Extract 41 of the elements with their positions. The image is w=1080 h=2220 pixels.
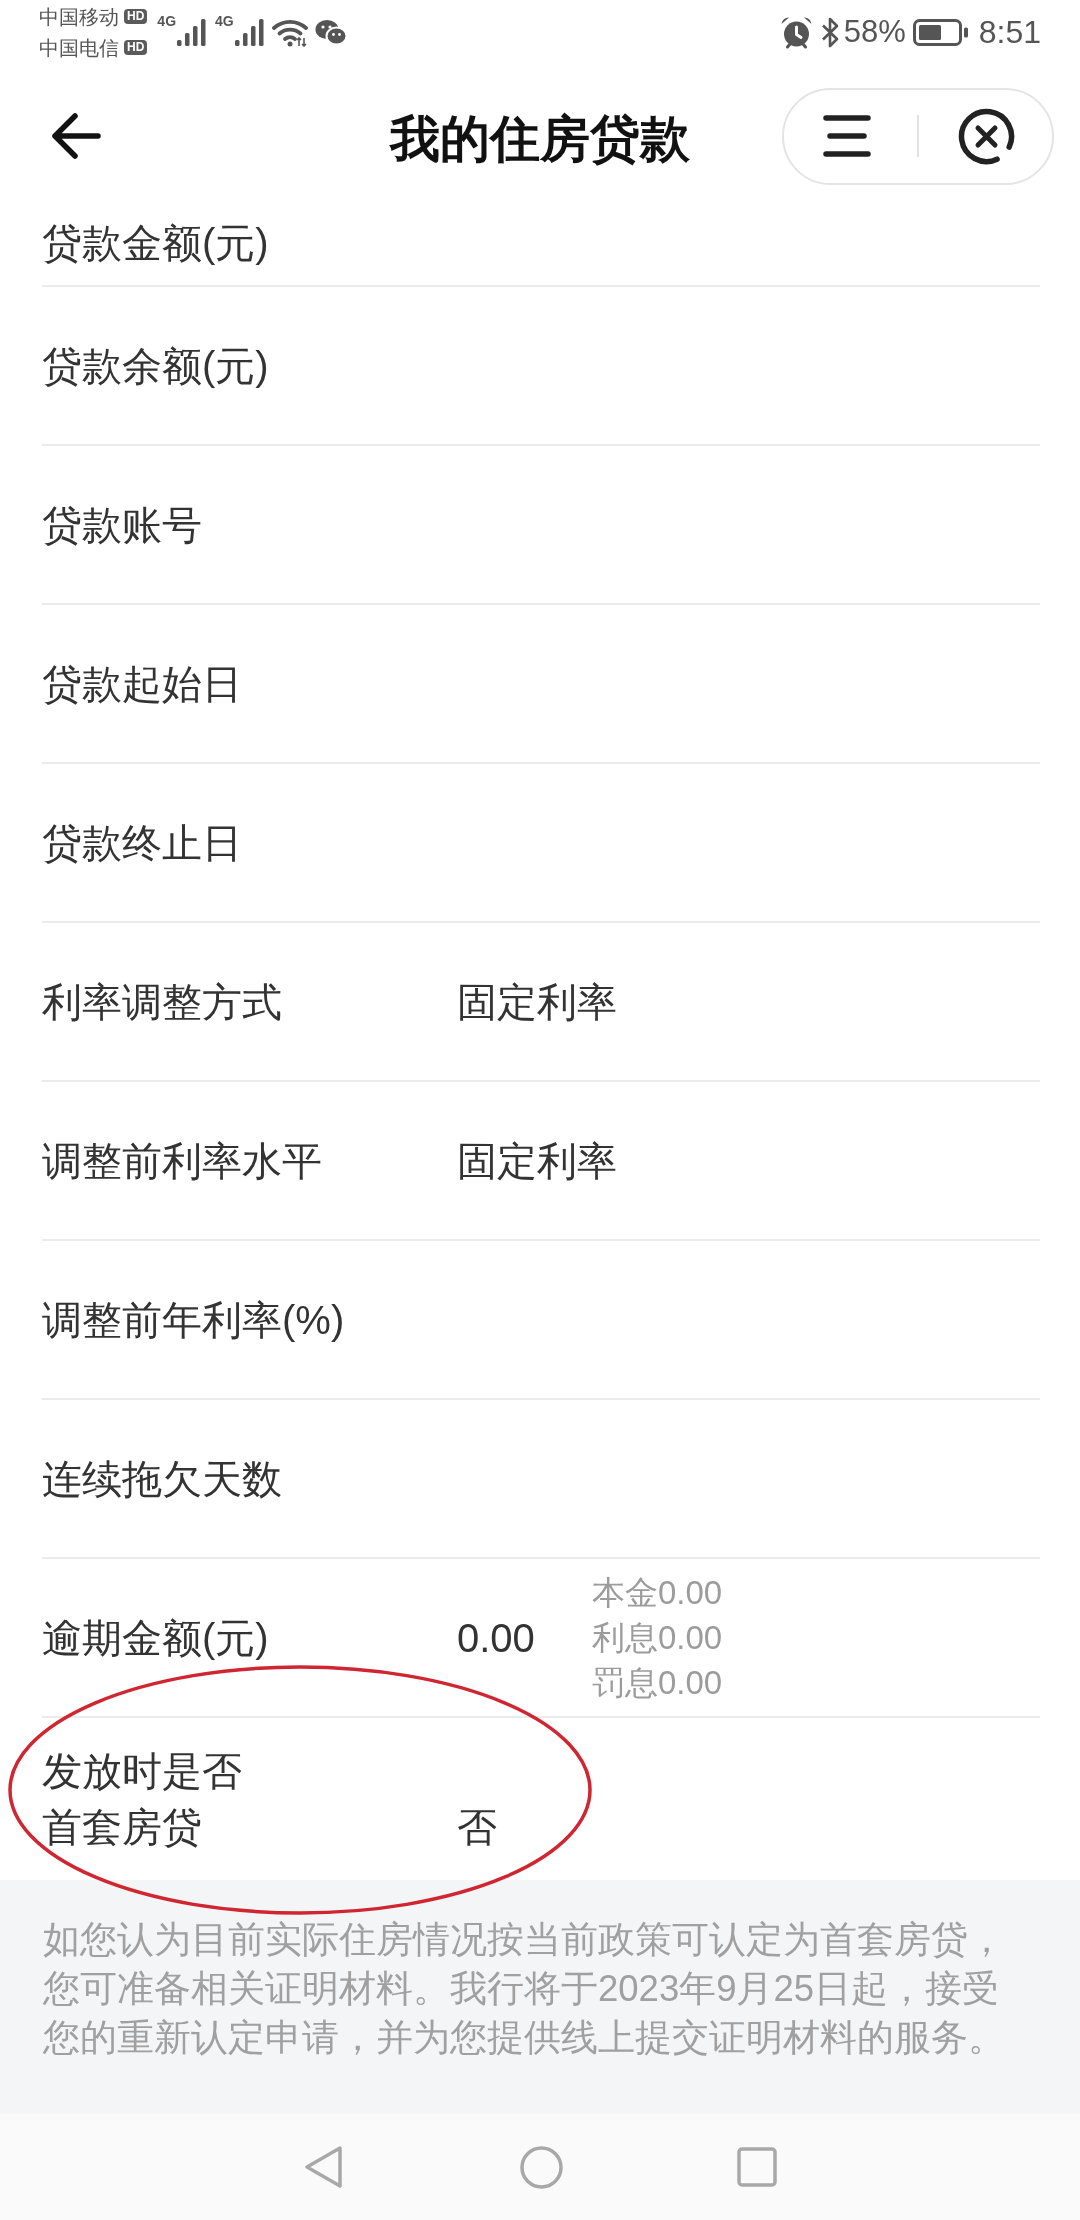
field-label: 连续拖欠天数 (42, 1455, 283, 1503)
field-label: 贷款起始日 (42, 660, 243, 708)
field-label: 贷款金额(元) (42, 219, 270, 267)
chat-bubbles-icon (314, 19, 347, 46)
battery-icon (912, 18, 969, 46)
field-value: 0.00 (457, 1614, 536, 1662)
signal-icon (234, 19, 264, 46)
hd-badge: HD (124, 40, 148, 55)
signal-icon (177, 19, 207, 46)
back-button[interactable] (50, 112, 101, 160)
breakdown-item: 本金0.00 (592, 1573, 723, 1613)
hd-badge: HD (124, 9, 148, 24)
notice-text: 如您认为目前实际住房情况按当前政策可认定为首套房贷，您可准备相关证明材料。我行将于2023年9月25日起，接受您的重新认定申请，并为您提供线上提交证明材料的服务。 (43, 1918, 1006, 2060)
field-value: 否 (457, 1804, 497, 1851)
bluetooth-icon (819, 15, 841, 49)
clock-time: 8:51 (978, 13, 1041, 51)
menu-icon (823, 114, 871, 158)
field-label: 贷款终止日 (42, 819, 243, 867)
page-title: 我的住房贷款 (390, 109, 690, 169)
carrier-name: 中国电信 (39, 35, 119, 60)
field-label: 逾期金额(元) (42, 1614, 270, 1662)
menu-button[interactable] (823, 114, 871, 158)
field-label: 调整前利率水平 (42, 1137, 323, 1185)
field-value: 固定利率 (457, 978, 617, 1026)
wifi-icon (271, 18, 308, 47)
alarm-icon (779, 15, 813, 49)
arrow-left-icon (50, 112, 101, 160)
battery-percent: 58% (843, 14, 906, 50)
field-label: 调整前年利率(%) (42, 1296, 346, 1344)
network-type: 4G (215, 14, 234, 29)
breakdown-item: 利息0.00 (592, 1618, 723, 1658)
close-icon (958, 107, 1015, 165)
field-label: 贷款账号 (42, 501, 203, 549)
close-button[interactable] (958, 107, 1015, 165)
field-label: 利率调整方式 (42, 978, 283, 1026)
breakdown-item: 罚息0.00 (592, 1663, 723, 1703)
field-label: 贷款余额(元) (42, 342, 270, 390)
carrier-name: 中国移动 (39, 4, 119, 29)
field-label: 发放时是否首套房贷 (42, 1748, 243, 1851)
network-type: 4G (157, 14, 177, 29)
field-value: 固定利率 (457, 1137, 617, 1185)
